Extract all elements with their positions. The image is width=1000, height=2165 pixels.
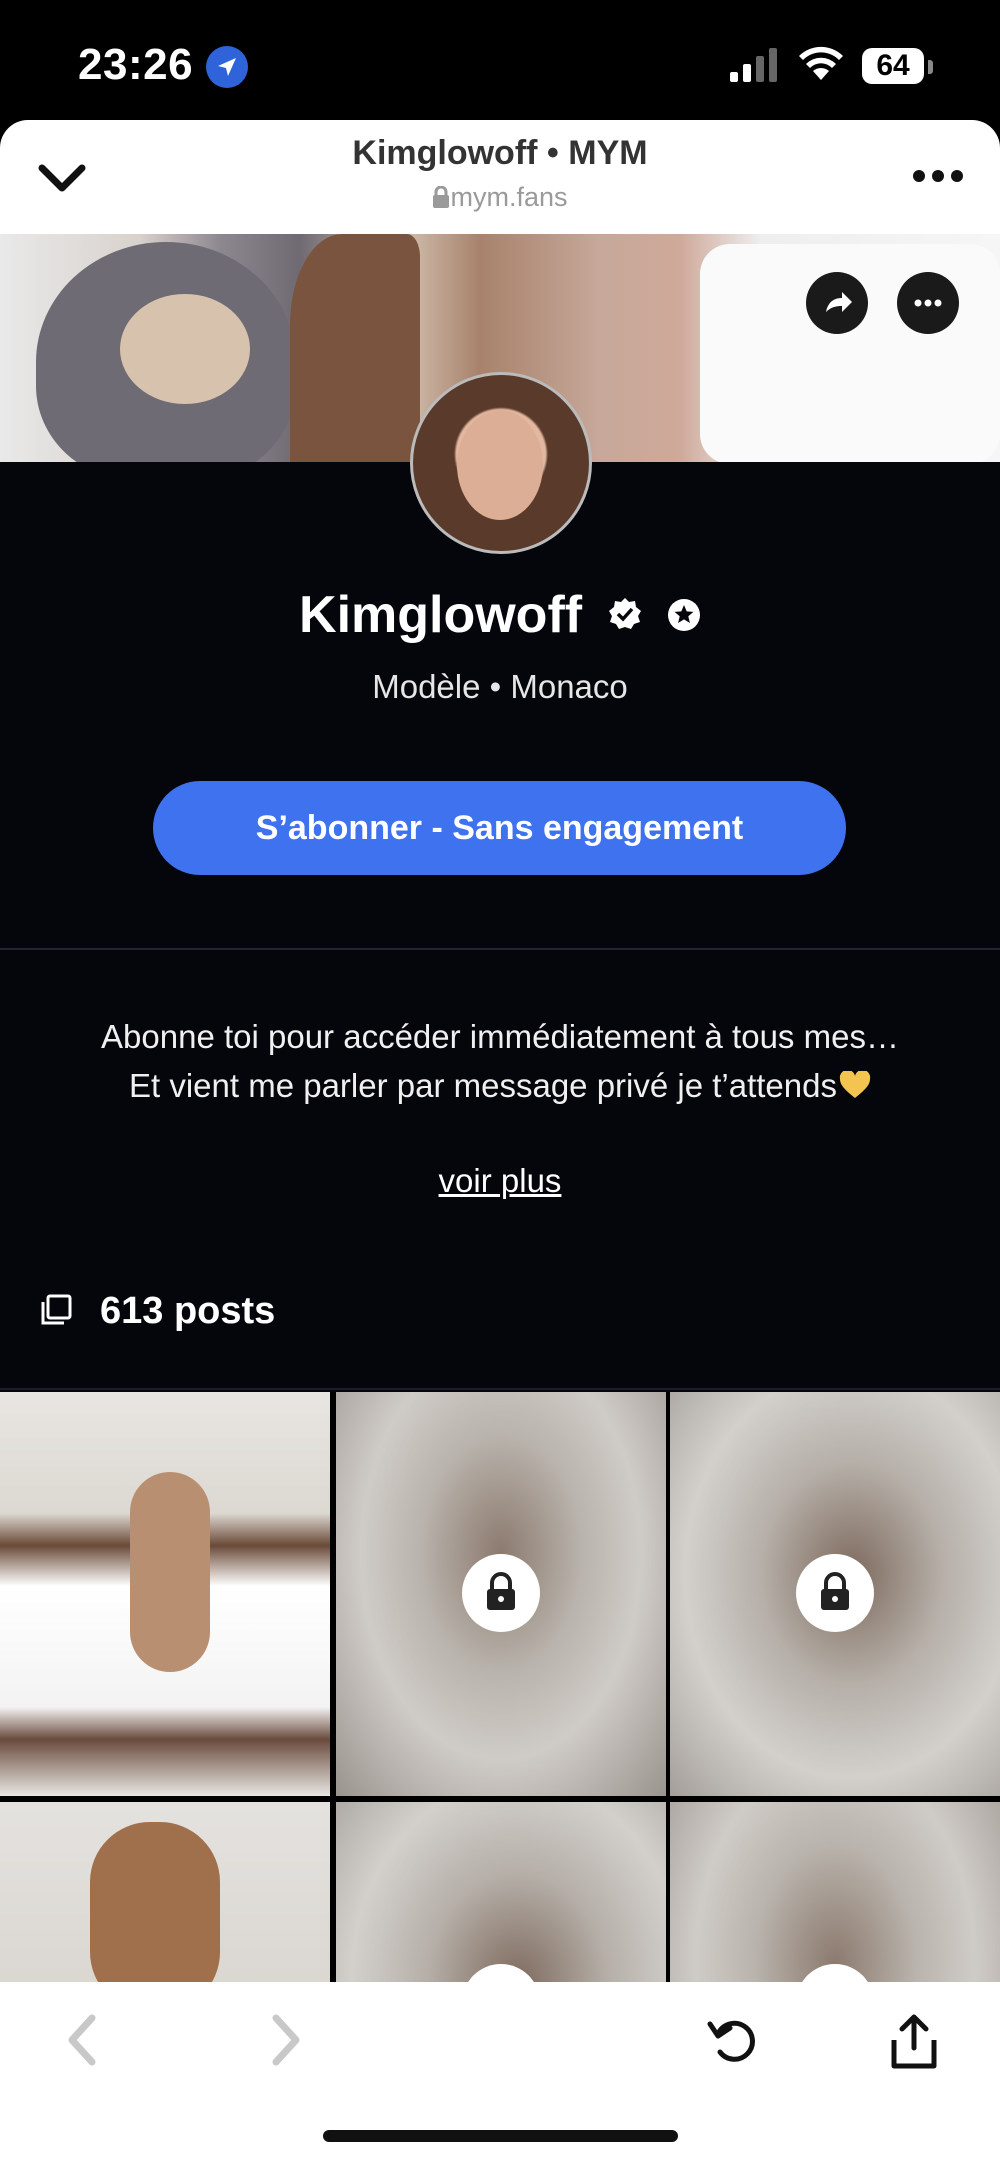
- posts-stack-icon: [41, 1294, 72, 1325]
- share-upload-icon[interactable]: [884, 2012, 944, 2072]
- post-thumbnail-locked[interactable]: [336, 1392, 666, 1796]
- profile-name-row: Kimglowoff: [0, 582, 1000, 645]
- post-thumbnail-locked[interactable]: [336, 1802, 666, 1982]
- divider: [0, 1388, 1000, 1390]
- forward-arrow-icon[interactable]: [266, 2012, 306, 2068]
- divider: [0, 948, 1000, 950]
- more-options-icon[interactable]: [912, 166, 964, 186]
- post-thumbnail[interactable]: [0, 1802, 330, 1982]
- reload-icon[interactable]: [704, 2012, 764, 2068]
- profile-options-button[interactable]: [897, 272, 959, 334]
- status-time: 23:26: [78, 40, 194, 89]
- post-thumbnail[interactable]: [0, 1392, 330, 1796]
- battery-indicator: 64: [862, 48, 924, 84]
- cover-bear-snout: [120, 294, 250, 404]
- subscribe-button[interactable]: S’abonner - Sans engagement: [153, 781, 846, 875]
- lock-icon: [821, 1572, 849, 1610]
- profile-subtitle: Modèle • Monaco: [372, 668, 628, 705]
- url-text: mym.fans: [450, 182, 568, 212]
- avatar-face-shape: [457, 410, 543, 520]
- post-photo-figure: [130, 1472, 210, 1672]
- bio-line-2: Et vient me parler par message privé je …: [128, 1067, 837, 1104]
- profile-name: Kimglowoff: [299, 586, 583, 645]
- lock-icon: [487, 1572, 515, 1610]
- location-arrow-icon: [206, 46, 248, 88]
- wifi-icon: [799, 46, 843, 80]
- home-indicator: [323, 2130, 678, 2142]
- bio-line-2-wrap: Et vient me parler par message privé je …: [30, 1061, 970, 1110]
- yellow-heart-icon: [839, 1071, 871, 1098]
- star-badge-icon: [667, 585, 701, 645]
- lock-icon: [433, 185, 450, 208]
- lock-badge: [796, 1554, 874, 1632]
- posts-grid: [0, 1392, 1000, 1982]
- lock-badge: [796, 1964, 874, 1982]
- bio-line-1: Abonne toi pour accéder immédiatement à …: [101, 1018, 899, 1055]
- lock-badge: [462, 1554, 540, 1632]
- ellipsis-icon: [914, 299, 942, 307]
- url-label: mym.fans: [0, 182, 1000, 213]
- share-button[interactable]: [806, 272, 868, 334]
- browser-header: Kimglowoff • MYM mym.fans: [0, 120, 1000, 234]
- status-bar: 23:26 64: [0, 0, 1000, 120]
- cover-figure-shape: [290, 234, 420, 462]
- lock-badge: [462, 1964, 540, 1982]
- post-photo-figure: [90, 1822, 220, 1982]
- verified-badge-icon: [607, 585, 643, 645]
- posts-count: 613 posts: [100, 1290, 276, 1332]
- profile-bio: Abonne toi pour accéder immédiatement à …: [30, 1012, 970, 1110]
- page-title: Kimglowoff • MYM: [352, 134, 648, 172]
- share-arrow-icon: [826, 292, 852, 312]
- cellular-signal-icon: [730, 48, 777, 82]
- back-arrow-icon[interactable]: [62, 2012, 102, 2068]
- post-thumbnail-locked[interactable]: [670, 1802, 1000, 1982]
- see-more-link[interactable]: voir plus: [0, 1162, 1000, 1200]
- post-thumbnail-locked[interactable]: [670, 1392, 1000, 1796]
- battery-tip: [928, 60, 933, 74]
